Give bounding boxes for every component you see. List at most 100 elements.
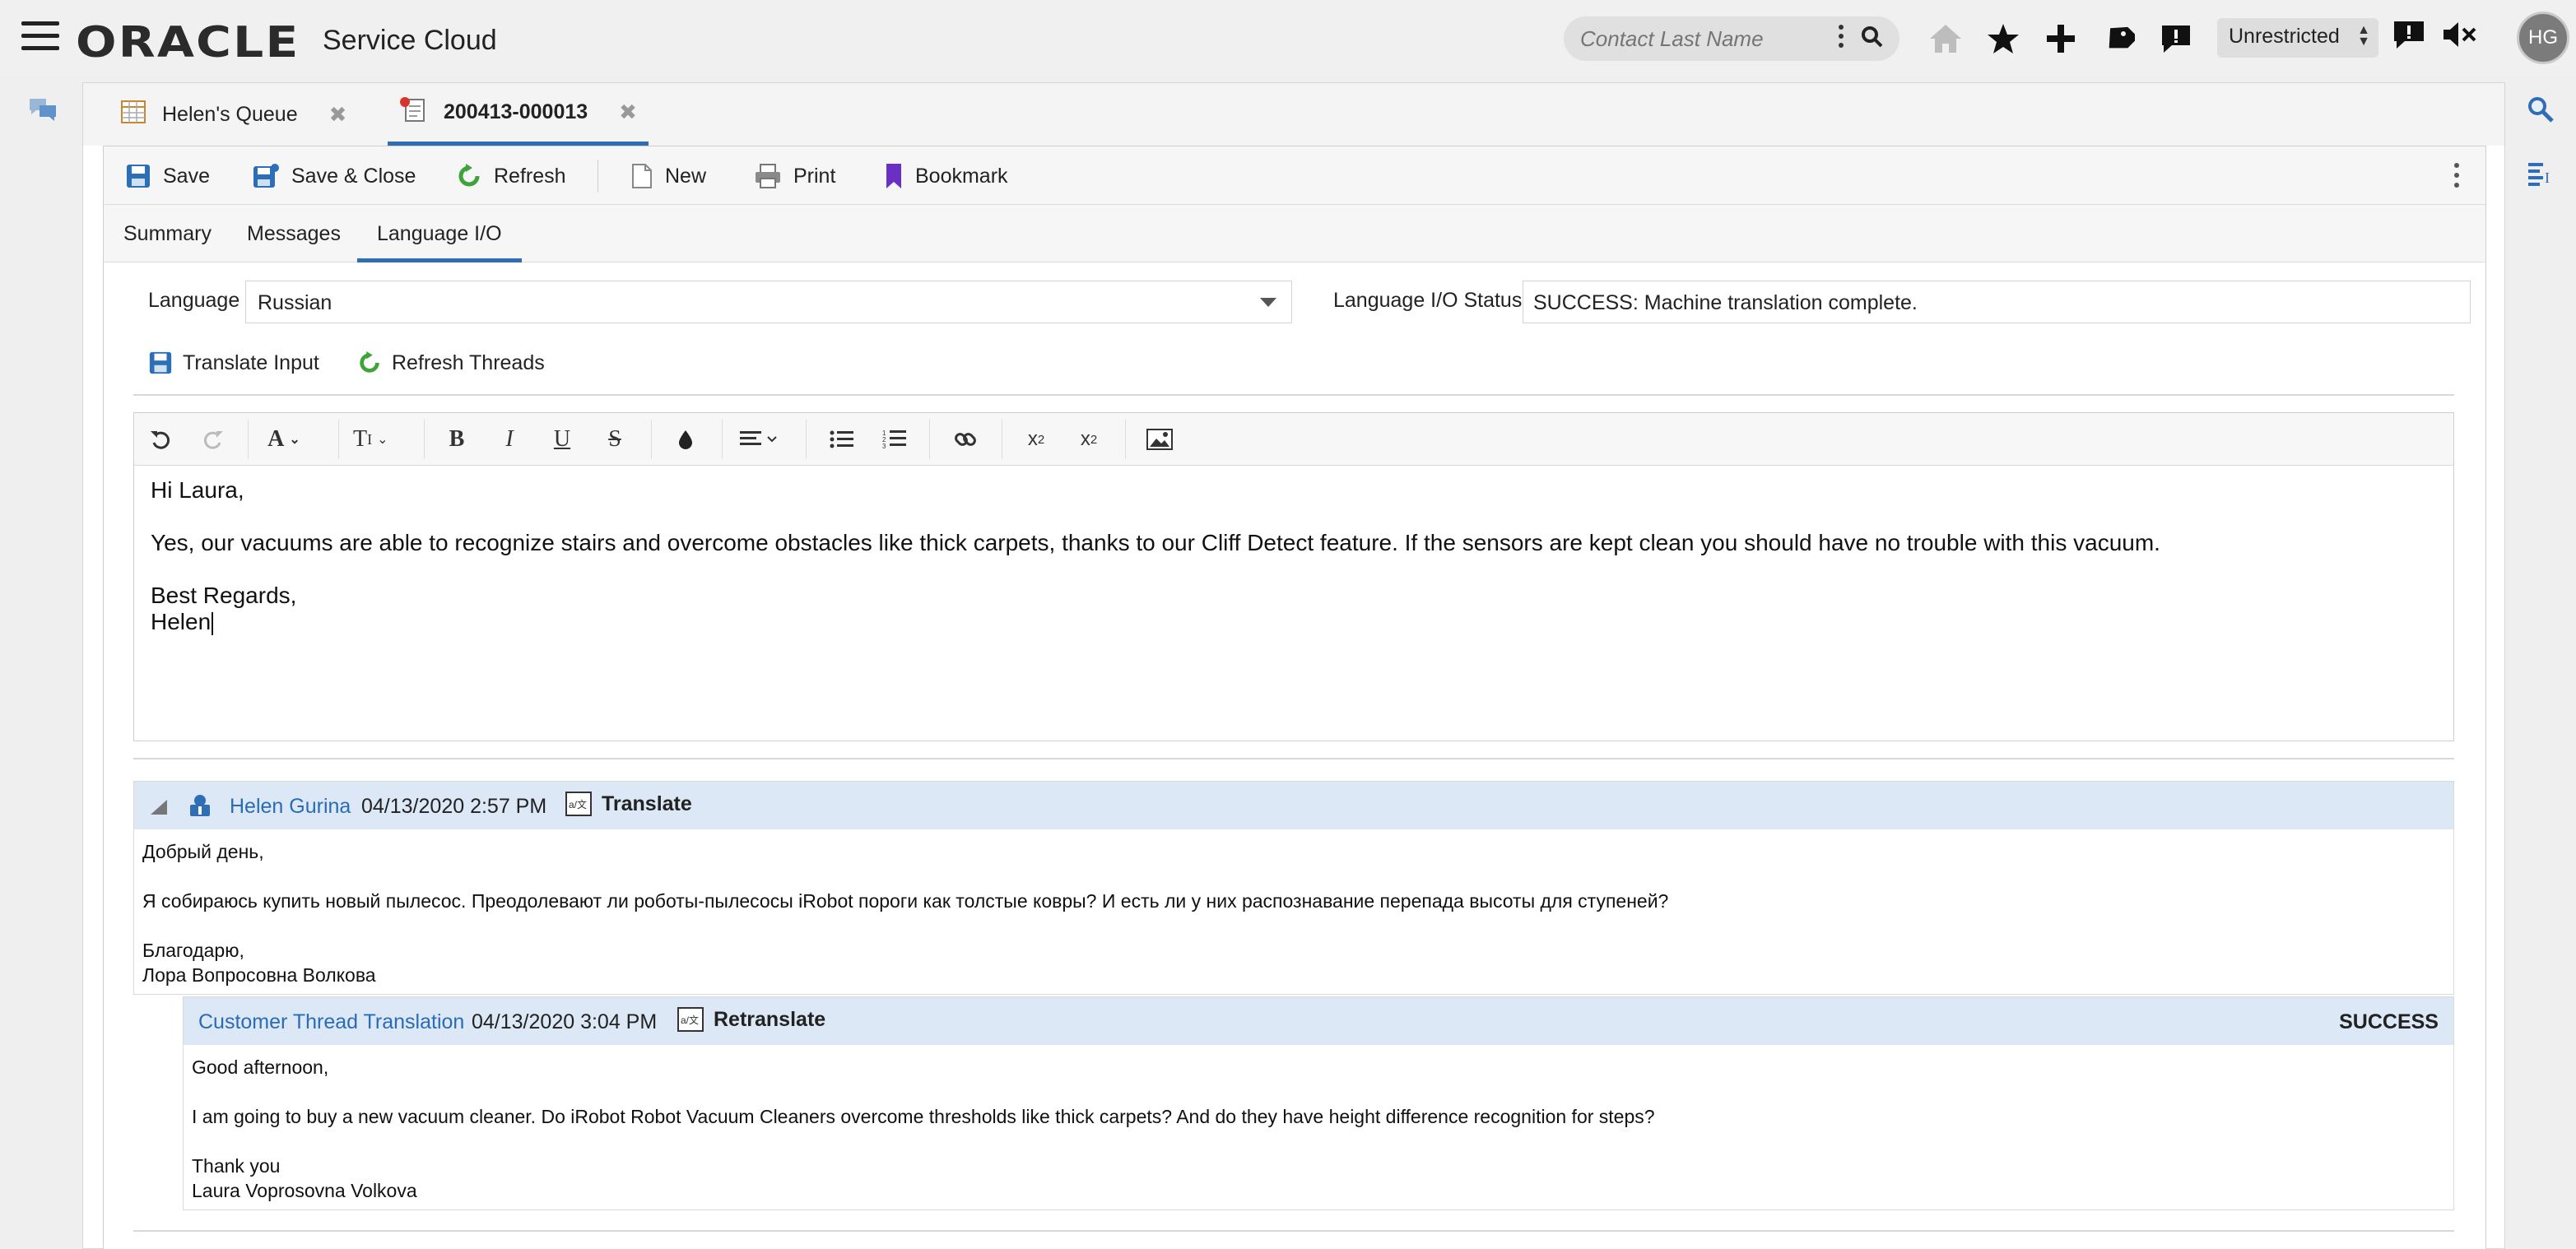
customer-contact-icon xyxy=(188,793,212,824)
toolbar-divider xyxy=(929,420,930,459)
retranslate-button[interactable]: a/文 Retranslate xyxy=(677,1007,825,1032)
divider xyxy=(133,1230,2454,1232)
toolbar-divider xyxy=(806,420,807,459)
toolbar-divider xyxy=(248,420,249,459)
translate-label: Translate xyxy=(602,792,692,815)
more-options-icon[interactable] xyxy=(2454,163,2459,193)
refresh-threads-button[interactable]: Refresh Threads xyxy=(357,346,545,379)
bold-icon[interactable]: B xyxy=(440,423,473,456)
close-tab-icon[interactable]: ✖ xyxy=(619,100,637,125)
svg-text:3: 3 xyxy=(882,443,886,450)
translation-title[interactable]: Customer Thread Translation xyxy=(198,1010,464,1034)
top-bar: ORACLE Service Cloud Unrestricted ▲▼ xyxy=(0,0,2576,76)
incident-document-icon xyxy=(399,96,427,128)
print-button[interactable]: Print xyxy=(754,158,835,194)
close-tab-icon[interactable]: ✖ xyxy=(329,102,347,128)
editor-content[interactable]: Hi Laura, Yes, our vacuums are able to r… xyxy=(151,477,2439,635)
new-label: New xyxy=(665,164,707,188)
add-plus-icon[interactable] xyxy=(2041,19,2081,58)
editor-line: Helen xyxy=(151,609,212,634)
tab-language-io[interactable]: Language I/O xyxy=(357,205,522,262)
workspace-tabs: Helen's Queue ✖ 200413-000013 ✖ xyxy=(83,83,2504,146)
status-label: Language I/O Status xyxy=(1333,289,1523,312)
thread-author[interactable]: Helen Gurina xyxy=(230,795,351,819)
new-button[interactable]: New xyxy=(630,158,706,194)
svg-text:a/文: a/文 xyxy=(569,798,587,810)
translate-button[interactable]: a/文 Translate xyxy=(565,792,692,816)
save-icon xyxy=(149,351,172,374)
strikethrough-icon[interactable]: S xyxy=(598,423,631,456)
toolbar-divider xyxy=(1125,420,1126,459)
divider xyxy=(133,394,2454,396)
text-color-drop-icon[interactable] xyxy=(669,423,702,456)
translate-input-button[interactable]: Translate Input xyxy=(148,346,319,379)
subscript-icon[interactable]: x2 xyxy=(1020,423,1053,456)
favorites-star-icon[interactable] xyxy=(1983,19,2023,58)
font-family-icon[interactable]: A ⌄ xyxy=(267,423,300,456)
font-size-icon[interactable]: T I ⌄ xyxy=(353,423,388,456)
language-status-field: SUCCESS: Machine translation complete. xyxy=(1523,281,2471,323)
save-button[interactable]: Save xyxy=(125,158,210,194)
main-panel: Helen's Queue ✖ 200413-000013 ✖ Save Sav… xyxy=(82,82,2505,1249)
notification-chat-icon[interactable] xyxy=(2156,19,2196,58)
translation-message: Good afternoon, I am going to buy a new … xyxy=(184,1045,2453,1210)
tab-messages[interactable]: Messages xyxy=(227,205,360,262)
save-close-icon xyxy=(253,164,279,188)
user-avatar[interactable]: HG xyxy=(2517,12,2569,64)
bullet-list-icon[interactable] xyxy=(825,423,858,456)
message-line: Я собираюсь купить новый пылесос. Преодо… xyxy=(142,890,1669,912)
text-format-panel-icon[interactable]: I xyxy=(2527,161,2555,190)
table-grid-icon xyxy=(121,100,146,129)
undo-icon[interactable] xyxy=(144,423,177,456)
thread-header: Helen Gurina 04/13/2020 2:57 PM a/文 Tran… xyxy=(134,782,2453,829)
search-input[interactable] xyxy=(1580,23,1827,54)
bookmark-button[interactable]: Bookmark xyxy=(884,158,1008,194)
quick-actions xyxy=(1926,18,2196,59)
feedback-chat-icon[interactable] xyxy=(2392,18,2426,55)
editor-line: Yes, our vacuums are able to recognize s… xyxy=(151,530,2160,555)
message-line: Laura Voprosovna Volkova xyxy=(192,1180,417,1201)
rich-text-editor: A ⌄ T I ⌄ B I U S 1 2 3 x 2 x 2 Hi Laura… xyxy=(133,412,2454,741)
chat-bubbles-icon[interactable] xyxy=(28,97,58,126)
product-name: Service Cloud xyxy=(323,25,497,56)
dropdown-arrow-icon xyxy=(1260,298,1276,307)
insert-image-icon[interactable] xyxy=(1143,423,1176,456)
tab-incident[interactable]: 200413-000013 ✖ xyxy=(388,83,649,146)
message-line: Thank you xyxy=(192,1155,281,1177)
refresh-button[interactable]: Refresh xyxy=(456,158,566,194)
retranslate-label: Retranslate xyxy=(714,1007,826,1031)
search-panel-icon[interactable] xyxy=(2527,95,2555,128)
underline-icon[interactable]: U xyxy=(546,423,579,456)
redo-icon[interactable] xyxy=(197,423,230,456)
tab-summary[interactable]: Summary xyxy=(104,205,231,262)
italic-icon[interactable]: I xyxy=(493,423,526,456)
translation-thread: Customer Thread Translation 04/13/2020 3… xyxy=(183,996,2454,1210)
right-rail: I xyxy=(2507,76,2576,1249)
numbered-list-icon[interactable]: 123 xyxy=(878,423,911,456)
save-close-button[interactable]: Save & Close xyxy=(252,158,416,194)
hamburger-menu-icon[interactable] xyxy=(21,21,59,51)
thread-message: Добрый день, Я собираюсь купить новый пы… xyxy=(134,829,2453,994)
language-label: Language xyxy=(148,289,240,312)
search-options-icon[interactable] xyxy=(1839,25,1845,53)
mute-speaker-icon[interactable] xyxy=(2441,18,2477,55)
incident-workspace: Save Save & Close Refresh New Print Book… xyxy=(103,146,2486,1249)
align-icon[interactable] xyxy=(740,423,778,456)
editor-toolbar: A ⌄ T I ⌄ B I U S 1 2 3 x 2 x 2 xyxy=(134,413,2453,466)
superscript-icon[interactable]: x2 xyxy=(1072,423,1105,456)
collapse-triangle-icon[interactable] xyxy=(149,798,169,822)
translation-timestamp: 04/13/2020 3:04 PM xyxy=(472,1010,658,1033)
language-select[interactable]: Russian xyxy=(245,281,1292,323)
restriction-select[interactable]: Unrestricted ▲ ▼ xyxy=(2217,18,2378,58)
tab-helens-queue[interactable]: Helen's Queue ✖ xyxy=(121,83,346,146)
refresh-icon xyxy=(360,351,379,373)
translate-input-label: Translate Input xyxy=(183,351,319,374)
search-icon[interactable] xyxy=(1860,25,1885,53)
tag-icon[interactable] xyxy=(2099,19,2138,58)
translation-header: Customer Thread Translation 04/13/2020 3… xyxy=(184,997,2453,1045)
home-icon[interactable] xyxy=(1926,19,1965,58)
restriction-value: Unrestricted xyxy=(2229,25,2340,48)
svg-text:I: I xyxy=(2545,169,2550,186)
message-line: I am going to buy a new vacuum cleaner. … xyxy=(192,1106,1655,1127)
link-icon[interactable] xyxy=(949,423,982,456)
